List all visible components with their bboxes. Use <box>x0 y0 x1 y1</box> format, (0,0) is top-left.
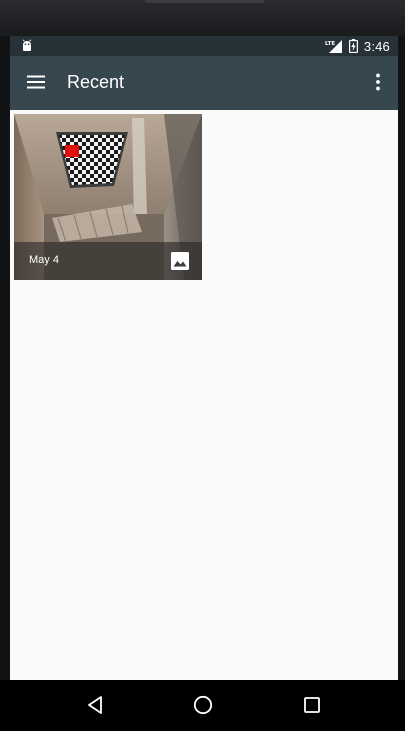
more-vertical-icon <box>376 73 380 91</box>
recents-button[interactable] <box>299 692 325 718</box>
status-time: 3:46 <box>363 38 390 54</box>
image-icon <box>171 252 189 270</box>
home-button[interactable] <box>190 692 216 718</box>
hamburger-menu-icon <box>27 75 45 89</box>
grid-item[interactable]: May 4 <box>14 114 202 280</box>
network-label: LTE <box>325 41 335 47</box>
more-options-button[interactable] <box>370 70 386 94</box>
recent-grid: May 4 <box>10 110 398 680</box>
device-frame: LTE 3:46 Recent May 4 <box>0 0 405 731</box>
status-icons: LTE 3:46 <box>325 36 390 56</box>
system-nav-bar <box>0 680 405 731</box>
app-bar: Recent <box>10 56 398 110</box>
device-top-bezel <box>0 0 405 36</box>
item-date: May 4 <box>29 254 59 266</box>
page-title: Recent <box>67 72 125 92</box>
back-button[interactable] <box>82 692 108 718</box>
status-bar: LTE 3:46 <box>10 36 398 56</box>
lte-signal-icon: LTE <box>325 40 342 53</box>
caption-bar: May 4 <box>14 242 202 280</box>
battery-charging-icon <box>348 39 358 53</box>
back-icon <box>88 696 102 714</box>
home-icon <box>193 695 213 715</box>
recents-icon <box>304 697 320 713</box>
device-speaker <box>145 0 265 3</box>
android-debug-icon <box>22 39 32 51</box>
menu-button[interactable] <box>24 70 48 94</box>
screen: LTE 3:46 Recent May 4 <box>10 36 398 680</box>
device-left-bezel <box>0 36 10 680</box>
